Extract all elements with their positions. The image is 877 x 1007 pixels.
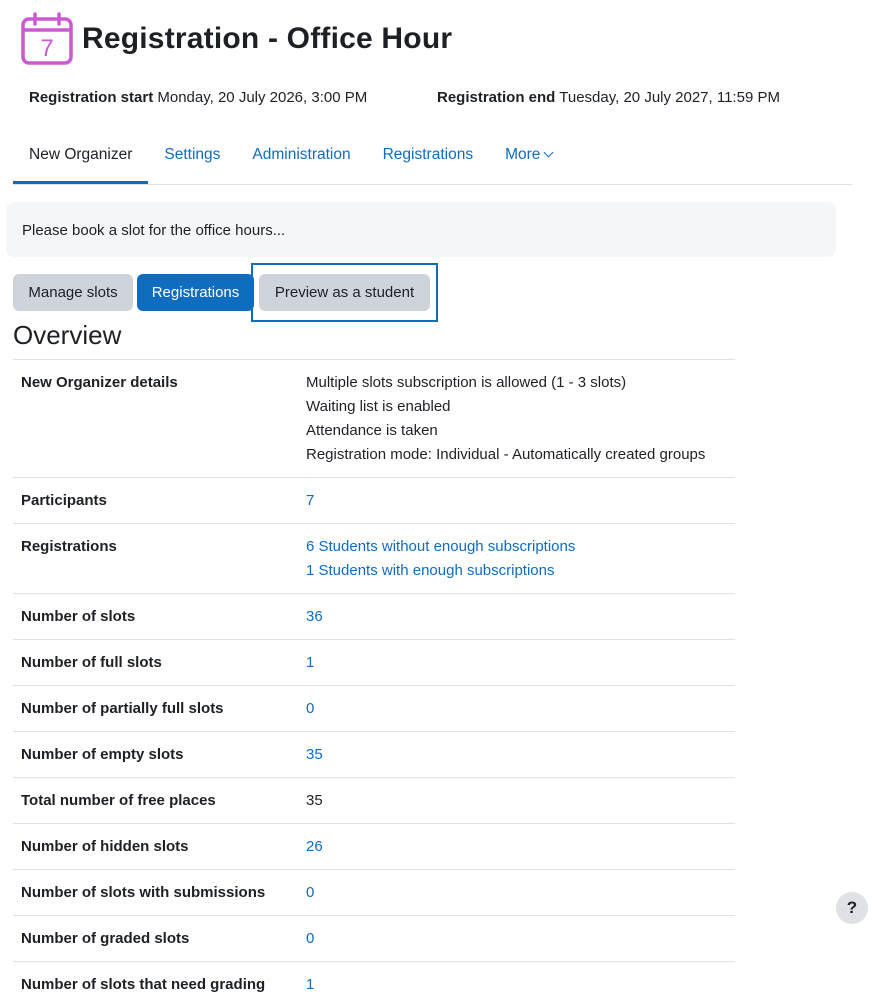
manage-slots-button[interactable]: Manage slots <box>13 274 133 311</box>
preview-as-student-button[interactable]: Preview as a student <box>259 274 430 311</box>
table-row: Number of hidden slots 26 <box>13 824 735 870</box>
registration-end-label: Registration end <box>437 89 555 106</box>
graded-slots-label: Number of graded slots <box>13 916 290 962</box>
graded-slots-link[interactable]: 0 <box>306 927 727 951</box>
table-row: Number of partially full slots 0 <box>13 686 735 732</box>
registration-end-value: Tuesday, 20 July 2027, 11:59 PM <box>559 89 780 106</box>
tab-registrations[interactable]: Registrations <box>367 134 489 184</box>
registrations-label: Registrations <box>13 524 290 594</box>
registration-start: Registration start Monday, 20 July 2026,… <box>29 89 367 106</box>
details-line: Multiple slots subscription is allowed (… <box>306 371 727 395</box>
tab-settings[interactable]: Settings <box>148 134 236 184</box>
table-row: Number of slots with submissions 0 <box>13 870 735 916</box>
participants-label: Participants <box>13 478 290 524</box>
overview-heading: Overview <box>13 320 121 351</box>
help-button[interactable]: ? <box>836 892 868 924</box>
chevron-down-icon <box>544 148 554 158</box>
tab-new-organizer[interactable]: New Organizer <box>13 134 148 184</box>
registration-end: Registration end Tuesday, 20 July 2027, … <box>437 89 780 106</box>
students-with-enough-link[interactable]: 1 Students with enough subscriptions <box>306 559 727 583</box>
page-title: Registration - Office Hour <box>82 22 452 56</box>
page-header: 7 Registration - Office Hour <box>20 12 452 66</box>
participants-link[interactable]: 7 <box>306 489 727 513</box>
empty-slots-link[interactable]: 35 <box>306 743 727 767</box>
table-row: Number of graded slots 0 <box>13 916 735 962</box>
table-row: Number of empty slots 35 <box>13 732 735 778</box>
table-row: Number of full slots 1 <box>13 640 735 686</box>
details-line: Attendance is taken <box>306 419 727 443</box>
table-row: Total number of free places 35 <box>13 778 735 824</box>
tab-more-label: More <box>505 146 540 163</box>
table-row: New Organizer details Multiple slots sub… <box>13 360 735 478</box>
partial-slots-link[interactable]: 0 <box>306 697 727 721</box>
free-places-value: 35 <box>306 789 727 813</box>
full-slots-link[interactable]: 1 <box>306 651 727 675</box>
svg-text:7: 7 <box>40 35 53 62</box>
details-line: Registration mode: Individual - Automati… <box>306 443 727 467</box>
tab-more[interactable]: More <box>489 134 568 184</box>
secondary-navigation: New Organizer Settings Administration Re… <box>13 134 852 185</box>
hidden-slots-label: Number of hidden slots <box>13 824 290 870</box>
calendar-icon: 7 <box>20 12 74 66</box>
registrations-button[interactable]: Registrations <box>137 274 254 311</box>
registration-start-label: Registration start <box>29 89 153 106</box>
overview-table: New Organizer details Multiple slots sub… <box>13 359 735 1007</box>
table-row: Number of slots that need grading 1 <box>13 962 735 1007</box>
submissions-label: Number of slots with submissions <box>13 870 290 916</box>
table-row: Registrations 6 Students without enough … <box>13 524 735 594</box>
intro-box: Please book a slot for the office hours.… <box>6 202 836 257</box>
tab-administration[interactable]: Administration <box>236 134 366 184</box>
partial-slots-label: Number of partially full slots <box>13 686 290 732</box>
details-value: Multiple slots subscription is allowed (… <box>290 360 735 478</box>
table-row: Participants 7 <box>13 478 735 524</box>
free-places-label: Total number of free places <box>13 778 290 824</box>
registration-start-value: Monday, 20 July 2026, 3:00 PM <box>157 89 367 106</box>
need-grading-link[interactable]: 1 <box>306 973 727 997</box>
slots-label: Number of slots <box>13 594 290 640</box>
hidden-slots-link[interactable]: 26 <box>306 835 727 859</box>
slots-link[interactable]: 36 <box>306 605 727 629</box>
details-label: New Organizer details <box>13 360 290 478</box>
submissions-link[interactable]: 0 <box>306 881 727 905</box>
need-grading-label: Number of slots that need grading <box>13 962 290 1007</box>
students-without-enough-link[interactable]: 6 Students without enough subscriptions <box>306 535 727 559</box>
empty-slots-label: Number of empty slots <box>13 732 290 778</box>
details-line: Waiting list is enabled <box>306 395 727 419</box>
table-row: Number of slots 36 <box>13 594 735 640</box>
full-slots-label: Number of full slots <box>13 640 290 686</box>
